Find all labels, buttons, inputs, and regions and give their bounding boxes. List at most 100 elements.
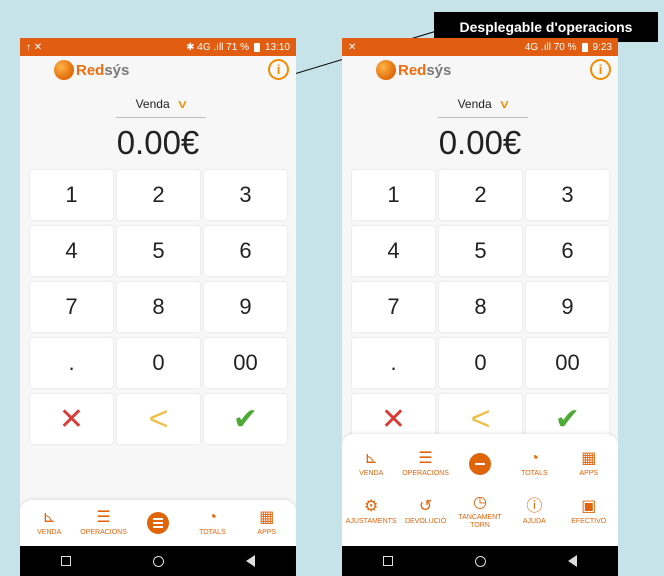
menu-label: AJUDA: [522, 518, 546, 525]
key-4[interactable]: 4: [30, 226, 113, 276]
amount-display: 0.00€: [116, 124, 200, 161]
key-1[interactable]: 1: [30, 170, 113, 220]
key-8[interactable]: 8: [439, 282, 522, 332]
key-5[interactable]: 5: [439, 226, 522, 276]
key-4[interactable]: 4: [352, 226, 435, 276]
status-bar: ✕ 4G .ıll 70 % 9:23: [342, 38, 618, 56]
apps-grid-icon: ▦: [581, 450, 597, 467]
operation-dropdown[interactable]: Venda ∨: [116, 90, 206, 118]
status-time: 9:23: [592, 41, 612, 53]
key-3[interactable]: 3: [526, 170, 609, 220]
menu-toggle[interactable]: [132, 512, 184, 534]
menu-item-operacions[interactable]: ☰ OPERACIONS: [78, 509, 130, 537]
app-header: Red sýs i: [342, 56, 618, 90]
key-00[interactable]: 00: [204, 338, 287, 388]
menu-item-operacions[interactable]: ☰ OPERACIONS: [400, 450, 452, 478]
key-0[interactable]: 0: [117, 338, 200, 388]
menu-label: EFECTIVO: [571, 518, 607, 525]
key-5[interactable]: 5: [117, 226, 200, 276]
status-time: 13:10: [264, 41, 290, 53]
cash-register-icon: ▣: [581, 498, 597, 515]
recents-icon[interactable]: [383, 556, 393, 566]
menu-item-venda[interactable]: ⊾ VENDA: [23, 509, 75, 537]
menu-item-totals[interactable]: ◔ TOTALS: [186, 509, 238, 537]
phone-collapsed-menu: ↑ ✕ ✱ 4G .ıll 71 % 13:10 Red sýs i Venda…: [20, 38, 296, 576]
menu-item-totals[interactable]: ◔ TOTALS: [508, 450, 560, 478]
apps-grid-icon: ▦: [259, 509, 275, 526]
logo-mark-icon: [376, 60, 396, 80]
key-9[interactable]: 9: [526, 282, 609, 332]
status-notifications: ↑ ✕: [26, 41, 43, 53]
pie-chart-icon: ◔: [207, 509, 218, 526]
info-icon: ⓘ: [526, 498, 543, 515]
backspace-button[interactable]: <: [117, 394, 200, 444]
key-2[interactable]: 2: [117, 170, 200, 220]
logo-text-part2: sýs: [426, 61, 452, 79]
back-icon[interactable]: [568, 555, 577, 567]
key-8[interactable]: 8: [117, 282, 200, 332]
menu-label: OPERACIONS: [80, 529, 127, 536]
phone-expanded-menu: ✕ 4G .ıll 70 % 9:23 Red sýs i Venda ∨ 0.…: [342, 38, 618, 576]
menu-label: APPS: [579, 470, 599, 477]
info-icon[interactable]: i: [268, 59, 289, 80]
key-decimal[interactable]: .: [352, 338, 435, 388]
menu-item-apps[interactable]: ▦ APPS: [563, 450, 615, 478]
key-9[interactable]: 9: [204, 282, 287, 332]
menu-toggle[interactable]: [454, 453, 506, 475]
logo-text-part1: Red: [76, 61, 105, 79]
operation-selected: Venda: [457, 96, 492, 111]
menu-collapse-icon: [468, 453, 491, 475]
android-nav-bar: [342, 546, 618, 576]
keypad: 1 2 3 4 5 6 7 8 9 . 0 00 ✕ < ✔: [30, 170, 287, 444]
recents-icon[interactable]: [61, 556, 71, 566]
menu-label: AJUSTAMENTS: [345, 518, 397, 525]
key-3[interactable]: 3: [204, 170, 287, 220]
key-00[interactable]: 00: [526, 338, 609, 388]
menu-label: DEVOLUCIÓ: [404, 518, 447, 525]
menu-expand-icon: [146, 512, 169, 534]
key-6[interactable]: 6: [204, 226, 287, 276]
menu-label: OPERACIONS: [402, 470, 449, 477]
info-icon[interactable]: i: [590, 59, 611, 80]
logo-mark-icon: [54, 60, 74, 80]
menu-item-venda[interactable]: ⊾ VENDA: [345, 450, 397, 478]
home-icon[interactable]: [475, 555, 486, 567]
redsys-logo: Red sýs: [376, 60, 451, 80]
sale-chart-icon: ⊾: [42, 509, 56, 526]
operation-selected: Venda: [135, 96, 170, 111]
gear-icon: ⚙: [364, 498, 379, 515]
clock-icon: ◷: [472, 494, 487, 511]
battery-icon: [253, 42, 260, 52]
menu-item-efectivo[interactable]: ▣ EFECTIVO: [563, 498, 615, 526]
cancel-button[interactable]: ✕: [30, 394, 113, 444]
menu-label: VENDA: [359, 470, 384, 477]
menu-item-devolucio[interactable]: ↺ DEVOLUCIÓ: [400, 498, 452, 526]
chevron-down-icon: ∨: [175, 96, 189, 111]
back-icon[interactable]: [246, 555, 255, 567]
home-icon[interactable]: [153, 555, 164, 567]
confirm-button[interactable]: ✔: [204, 394, 287, 444]
menu-item-apps[interactable]: ▦ APPS: [241, 509, 293, 537]
menu-label: VENDA: [37, 529, 62, 536]
status-notifications: ✕: [348, 41, 357, 53]
bottom-menu: ⊾ VENDA ☰ OPERACIONS ◔ TOTALS ▦ APPS: [20, 500, 296, 546]
menu-label: TOTALS: [521, 470, 548, 477]
menu-item-ajustaments[interactable]: ⚙ AJUSTAMENTS: [345, 498, 397, 526]
key-decimal[interactable]: .: [30, 338, 113, 388]
menu-row-primary: ⊾ VENDA ☰ OPERACIONS ◔ TOTALS ▦ APPS: [344, 450, 616, 478]
operation-dropdown[interactable]: Venda ∨: [438, 90, 528, 118]
menu-item-ajuda[interactable]: ⓘ AJUDA: [508, 498, 560, 526]
menu-label: TOTALS: [199, 529, 226, 536]
menu-label: TANCAMENT TORN: [458, 514, 502, 529]
redsys-logo: Red sýs: [54, 60, 129, 80]
chevron-down-icon: ∨: [497, 96, 511, 111]
key-6[interactable]: 6: [526, 226, 609, 276]
key-1[interactable]: 1: [352, 170, 435, 220]
key-2[interactable]: 2: [439, 170, 522, 220]
key-7[interactable]: 7: [352, 282, 435, 332]
key-0[interactable]: 0: [439, 338, 522, 388]
status-bar: ↑ ✕ ✱ 4G .ıll 71 % 13:10: [20, 38, 296, 56]
android-nav-bar: [20, 546, 296, 576]
key-7[interactable]: 7: [30, 282, 113, 332]
menu-item-tancament-torn[interactable]: ◷ TANCAMENT TORN: [454, 494, 506, 530]
